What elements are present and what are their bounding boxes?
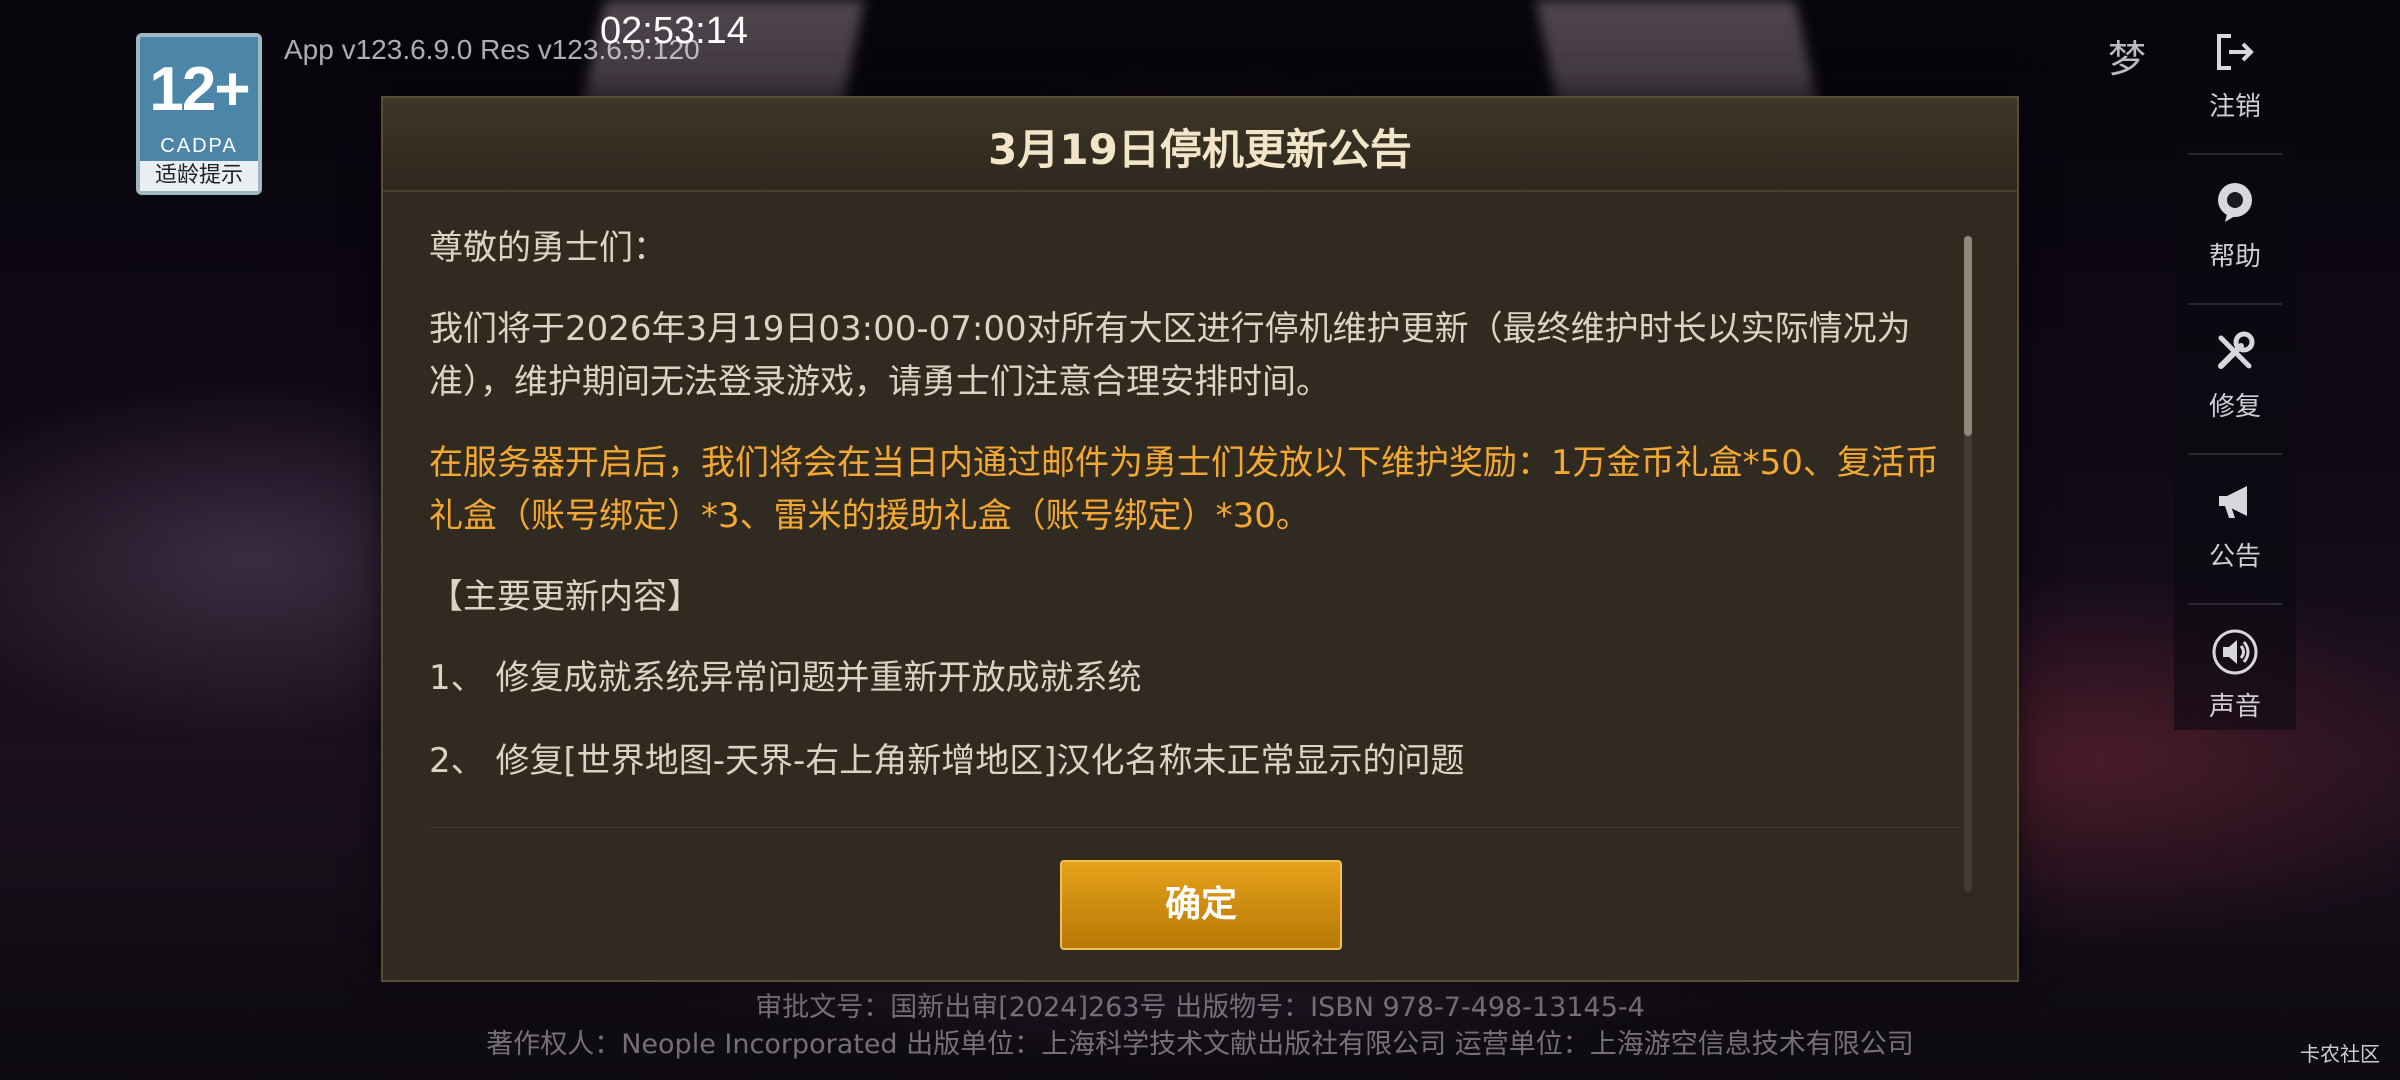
dialog-title: 3月19日停机更新公告 bbox=[988, 125, 1412, 174]
age-rating-number: 12+ bbox=[149, 55, 250, 124]
announcement-dialog: 3月19日停机更新公告 尊敬的勇士们： 我们将于2026年3月19日03:00-… bbox=[381, 96, 2019, 982]
scrollbar[interactable] bbox=[1964, 236, 1972, 892]
scrollbar-thumb[interactable] bbox=[1964, 236, 1972, 436]
logout-icon bbox=[2217, 34, 2254, 70]
copyright-text: 著作权人：Neople Incorporated 出版单位：上海科学技术文献出版… bbox=[486, 1029, 1914, 1060]
help-icon bbox=[2218, 183, 2252, 222]
age-rating-badge[interactable]: 12+ CADPA 适龄提示 bbox=[136, 33, 262, 195]
sidebar-item-sound[interactable]: 声音 bbox=[2174, 600, 2296, 730]
age-rating-org: CADPA bbox=[160, 135, 238, 157]
sidebar-item-logout[interactable]: 注销 bbox=[2174, 0, 2296, 130]
watermark: 卡农社区 bbox=[2300, 1042, 2380, 1066]
sidebar-item-label: 修复 bbox=[2208, 392, 2261, 422]
section-title: 【主要更新内容】 bbox=[429, 577, 701, 617]
age-rating-tip: 适龄提示 bbox=[140, 161, 258, 191]
list-item: 2、 修复[世界地图-天界-右上角新增地区]汉化名称未正常显示的问题 bbox=[429, 741, 1465, 781]
sidebar-item-repair[interactable]: 修复 bbox=[2174, 300, 2296, 430]
confirm-button[interactable]: 确定 bbox=[1060, 860, 1342, 950]
approval-text: 审批文号：国新出审[2024]263号 出版物号：ISBN 978-7-498-… bbox=[755, 992, 1645, 1023]
right-sidebar: 注销 帮助 修复 公告 声音 bbox=[2174, 0, 2296, 730]
repair-icon bbox=[2218, 331, 2255, 369]
list-item: 1、 修复成就系统异常问题并重新开放成就系统 bbox=[429, 658, 1142, 698]
dream-icon[interactable]: 梦 bbox=[2108, 28, 2146, 83]
sidebar-item-label: 注销 bbox=[2208, 92, 2261, 122]
sidebar-item-label: 声音 bbox=[2208, 692, 2261, 722]
sidebar-item-help[interactable]: 帮助 bbox=[2174, 150, 2296, 280]
reward-text: 在服务器开启后，我们将会在当日内通过邮件为勇士们发放以下维护奖励：1万金币礼盒*… bbox=[429, 443, 1939, 536]
clock: 02:53:14 bbox=[600, 10, 748, 52]
sound-icon bbox=[2212, 629, 2258, 675]
announcement-content[interactable]: 尊敬的勇士们： 我们将于2026年3月19日03:00-07:00对所有大区进行… bbox=[429, 222, 1959, 898]
announcement-icon bbox=[2219, 486, 2247, 518]
sidebar-item-label: 帮助 bbox=[2208, 242, 2261, 272]
divider bbox=[429, 827, 1959, 828]
greeting-text: 尊敬的勇士们： bbox=[429, 228, 667, 268]
maintenance-text: 我们将于2026年3月19日03:00-07:00对所有大区进行停机维护更新（最… bbox=[429, 309, 1911, 402]
dialog-header: 3月19日停机更新公告 bbox=[383, 98, 2017, 192]
sidebar-item-label: 公告 bbox=[2208, 542, 2261, 572]
sidebar-item-announcement[interactable]: 公告 bbox=[2174, 450, 2296, 580]
